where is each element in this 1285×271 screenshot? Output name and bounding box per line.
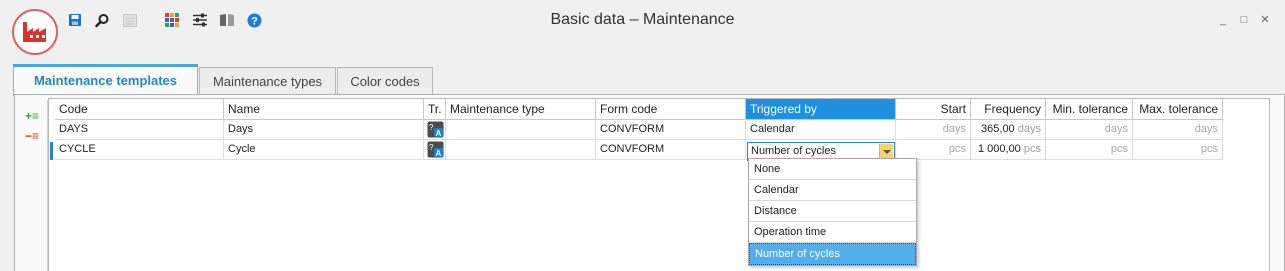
cell-max-tolerance[interactable]: pcs — [1133, 140, 1223, 160]
svg-text:?: ? — [429, 143, 434, 152]
cell-frequency[interactable]: 1 000,00 pcs — [971, 140, 1046, 160]
start-unit: pcs — [948, 143, 966, 155]
tab-maintenance-templates[interactable]: Maintenance templates — [13, 64, 198, 96]
cell-maintenance-type[interactable] — [446, 120, 596, 140]
remove-row-icon: −≡ — [25, 129, 40, 143]
cell-tr[interactable]: ? A — [424, 140, 446, 160]
column-header-triggered-by[interactable]: Triggered by — [746, 99, 896, 120]
svg-text:A: A — [436, 149, 442, 158]
dropdown-option-none[interactable]: None — [749, 159, 916, 180]
translate-icon[interactable]: ? A — [427, 141, 444, 158]
add-row-button[interactable]: +≡ — [25, 110, 43, 122]
cell-frequency[interactable]: 365,00 days — [971, 120, 1046, 140]
tab-maintenance-types[interactable]: Maintenance types — [199, 67, 336, 94]
maximize-button[interactable]: □ — [1237, 14, 1251, 26]
column-header-frequency[interactable]: Frequency — [971, 99, 1046, 120]
column-header-code[interactable]: Code — [55, 99, 224, 120]
max-tolerance-unit: days — [1194, 123, 1218, 135]
frequency-value: 1 000,00 — [977, 143, 1021, 155]
cell-tr[interactable]: ? A — [424, 120, 446, 140]
chevron-down-icon[interactable] — [879, 144, 893, 159]
frequency-unit: pcs — [1023, 143, 1041, 155]
start-unit: days — [942, 123, 966, 135]
cell-code[interactable]: DAYS — [55, 120, 224, 140]
tab-color-codes[interactable]: Color codes — [337, 67, 433, 94]
triggered-by-dropdown: None Calendar Distance Operation time Nu… — [748, 158, 917, 266]
cell-triggered-by[interactable]: Calendar — [746, 120, 896, 140]
dropdown-option-distance[interactable]: Distance — [749, 201, 916, 222]
app-logo — [12, 9, 58, 55]
frequency-value: 365,00 — [981, 123, 1015, 135]
min-tolerance-unit: pcs — [1110, 143, 1128, 155]
triggered-by-select-value: Number of cycles — [751, 145, 836, 157]
maintenance-templates-grid: Code Name Tr. Maintenance type Form code… — [48, 98, 1270, 271]
close-button[interactable]: ✕ — [1258, 14, 1272, 26]
translate-icon[interactable]: ? A — [427, 121, 444, 138]
column-header-name[interactable]: Name — [224, 99, 424, 120]
cell-name[interactable]: Days — [224, 120, 424, 140]
dropdown-option-number-of-cycles[interactable]: Number of cycles — [749, 243, 916, 265]
cell-start[interactable]: pcs — [896, 140, 971, 160]
cell-name[interactable]: Cycle — [224, 140, 424, 160]
remove-row-button[interactable]: −≡ — [25, 130, 43, 142]
frequency-unit: days — [1017, 123, 1041, 135]
cell-min-tolerance[interactable]: pcs — [1046, 140, 1133, 160]
column-header-min-tolerance[interactable]: Min. tolerance — [1046, 99, 1133, 120]
add-row-icon: +≡ — [25, 109, 40, 123]
cell-max-tolerance[interactable]: days — [1133, 120, 1223, 140]
cell-code[interactable]: CYCLE — [55, 140, 224, 160]
cell-min-tolerance[interactable]: days — [1046, 120, 1133, 140]
column-header-form-code[interactable]: Form code — [596, 99, 746, 120]
factory-icon — [23, 22, 46, 42]
cell-form-code[interactable]: CONVFORM — [596, 120, 746, 140]
row-toolbar: +≡ −≡ — [22, 100, 48, 271]
current-row-marker — [50, 142, 53, 160]
dropdown-option-calendar[interactable]: Calendar — [749, 180, 916, 201]
cell-maintenance-type[interactable] — [446, 140, 596, 160]
column-header-tr[interactable]: Tr. — [424, 99, 446, 120]
max-tolerance-unit: pcs — [1200, 143, 1218, 155]
cell-form-code[interactable]: CONVFORM — [596, 140, 746, 160]
window-title: Basic data – Maintenance — [550, 11, 735, 28]
title-bar: ? Basic data – Maintenance _ □ ✕ — [0, 0, 1285, 40]
column-header-start[interactable]: Start — [896, 99, 971, 120]
dropdown-option-operation-time[interactable]: Operation time — [749, 222, 916, 243]
min-tolerance-unit: days — [1104, 123, 1128, 135]
cell-start[interactable]: days — [896, 120, 971, 140]
svg-text:?: ? — [429, 123, 434, 132]
svg-text:A: A — [436, 129, 442, 138]
column-header-maintenance-type[interactable]: Maintenance type — [446, 99, 596, 120]
column-header-max-tolerance[interactable]: Max. tolerance — [1133, 99, 1223, 120]
minimize-button[interactable]: _ — [1216, 14, 1230, 26]
